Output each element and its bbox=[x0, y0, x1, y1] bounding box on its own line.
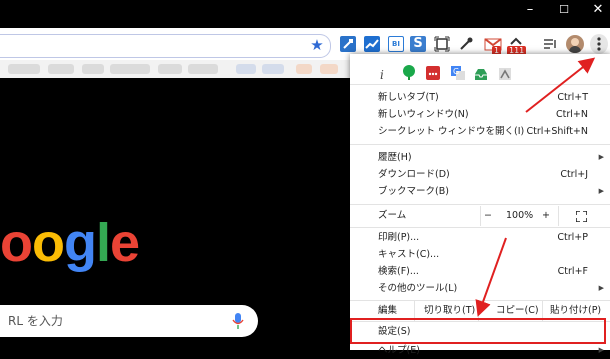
bookmark-item[interactable] bbox=[48, 64, 74, 74]
submenu-arrow-icon: ▶ bbox=[598, 346, 604, 354]
submenu-arrow-icon: ▶ bbox=[598, 284, 604, 292]
search-placeholder: RL を入力 bbox=[8, 314, 63, 328]
menu-item-new-window[interactable]: 新しいウィンドウ(N) Ctrl+N bbox=[350, 106, 610, 123]
microphone-icon[interactable] bbox=[232, 312, 244, 330]
menu-separator bbox=[350, 144, 610, 145]
analytics-ext-icon[interactable] bbox=[364, 36, 380, 52]
zoom-level: 100% bbox=[506, 210, 534, 221]
zoom-in-button[interactable]: + bbox=[542, 206, 550, 226]
chrome-menu: i G 新しいタブ(T) Ctrl+T 新しいウィンドウ(N) Ctrl+N シーク… bbox=[350, 54, 610, 356]
menu-separator bbox=[350, 204, 610, 205]
bookmark-item[interactable] bbox=[82, 64, 104, 74]
bookmark-item[interactable] bbox=[320, 64, 338, 74]
bookmark-item[interactable] bbox=[262, 64, 284, 74]
settings-highlight-box bbox=[350, 318, 606, 344]
bookmark-item[interactable] bbox=[188, 64, 218, 74]
fullscreen-icon[interactable] bbox=[575, 210, 588, 223]
avatar[interactable] bbox=[566, 35, 584, 53]
maximize-button[interactable]: ☐ bbox=[552, 0, 576, 20]
bookmark-item[interactable] bbox=[296, 64, 312, 74]
media-queue-icon[interactable] bbox=[542, 36, 558, 52]
logo-letter: o bbox=[32, 213, 65, 273]
menu-item-new-tab[interactable]: 新しいタブ(T) Ctrl+T bbox=[350, 89, 610, 106]
menu-separator bbox=[350, 227, 610, 228]
bookmark-item[interactable] bbox=[110, 64, 150, 74]
menu-item-find[interactable]: 検索(F)... Ctrl+F bbox=[350, 263, 610, 280]
logo-letter: g bbox=[64, 213, 97, 273]
submenu-arrow-icon: ▶ bbox=[598, 187, 604, 195]
svg-text:i: i bbox=[380, 68, 384, 81]
menu-item-downloads[interactable]: ダウンロード(D) Ctrl+J bbox=[350, 166, 610, 183]
menu-kebab-icon[interactable] bbox=[590, 34, 608, 54]
link-ext-icon[interactable] bbox=[340, 36, 356, 52]
close-button[interactable]: ✕ bbox=[586, 0, 610, 20]
menu-item-zoom: ズーム − 100% + bbox=[350, 206, 610, 226]
bookmark-item[interactable] bbox=[236, 64, 256, 74]
zoom-out-button[interactable]: − bbox=[484, 206, 492, 226]
logo-letter: e bbox=[110, 213, 140, 273]
svg-text:G: G bbox=[453, 67, 459, 76]
s-ext-icon[interactable]: S bbox=[410, 36, 426, 52]
google-logo: oogle bbox=[0, 212, 140, 274]
menu-item-print[interactable]: 印刷(P)... Ctrl+P bbox=[350, 229, 610, 246]
capture-ext-icon[interactable] bbox=[434, 36, 450, 52]
address-bar[interactable] bbox=[0, 34, 331, 58]
menu-item-more-tools[interactable]: その他のツール(L) ▶ bbox=[350, 280, 610, 297]
menu-item-help[interactable]: ヘルプ(E) ▶ bbox=[350, 342, 610, 359]
menu-item-bookmarks[interactable]: ブックマーク(B) ▶ bbox=[350, 183, 610, 200]
eyedropper-ext-icon[interactable] bbox=[458, 36, 474, 52]
minimize-button[interactable]: – bbox=[518, 0, 542, 20]
submenu-arrow-icon: ▶ bbox=[598, 153, 604, 161]
bookmark-item[interactable] bbox=[158, 64, 182, 74]
translate-ext-icon[interactable]: G bbox=[450, 65, 466, 81]
menu-item-cast[interactable]: キャスト(C)... bbox=[350, 246, 610, 263]
menu-item-history[interactable]: 履歴(H) ▶ bbox=[350, 149, 610, 166]
menu-separator bbox=[350, 84, 610, 85]
bi-ext-icon[interactable]: BI bbox=[388, 36, 404, 52]
menu-item-incognito[interactable]: シークレット ウィンドウを開く(I) Ctrl+Shift+N bbox=[350, 123, 610, 140]
inbox-ext-icon[interactable] bbox=[474, 66, 488, 80]
pdf-ext-icon[interactable] bbox=[498, 66, 512, 80]
logo-letter: l bbox=[96, 213, 111, 273]
bookmark-item[interactable] bbox=[8, 64, 40, 74]
more-ext-icon[interactable] bbox=[426, 66, 440, 80]
evernote-ext-icon[interactable] bbox=[402, 65, 416, 80]
bookmark-star-icon[interactable]: ★ bbox=[308, 35, 326, 55]
logo-letter: o bbox=[0, 213, 33, 273]
info-ext-icon[interactable]: i bbox=[376, 66, 390, 82]
